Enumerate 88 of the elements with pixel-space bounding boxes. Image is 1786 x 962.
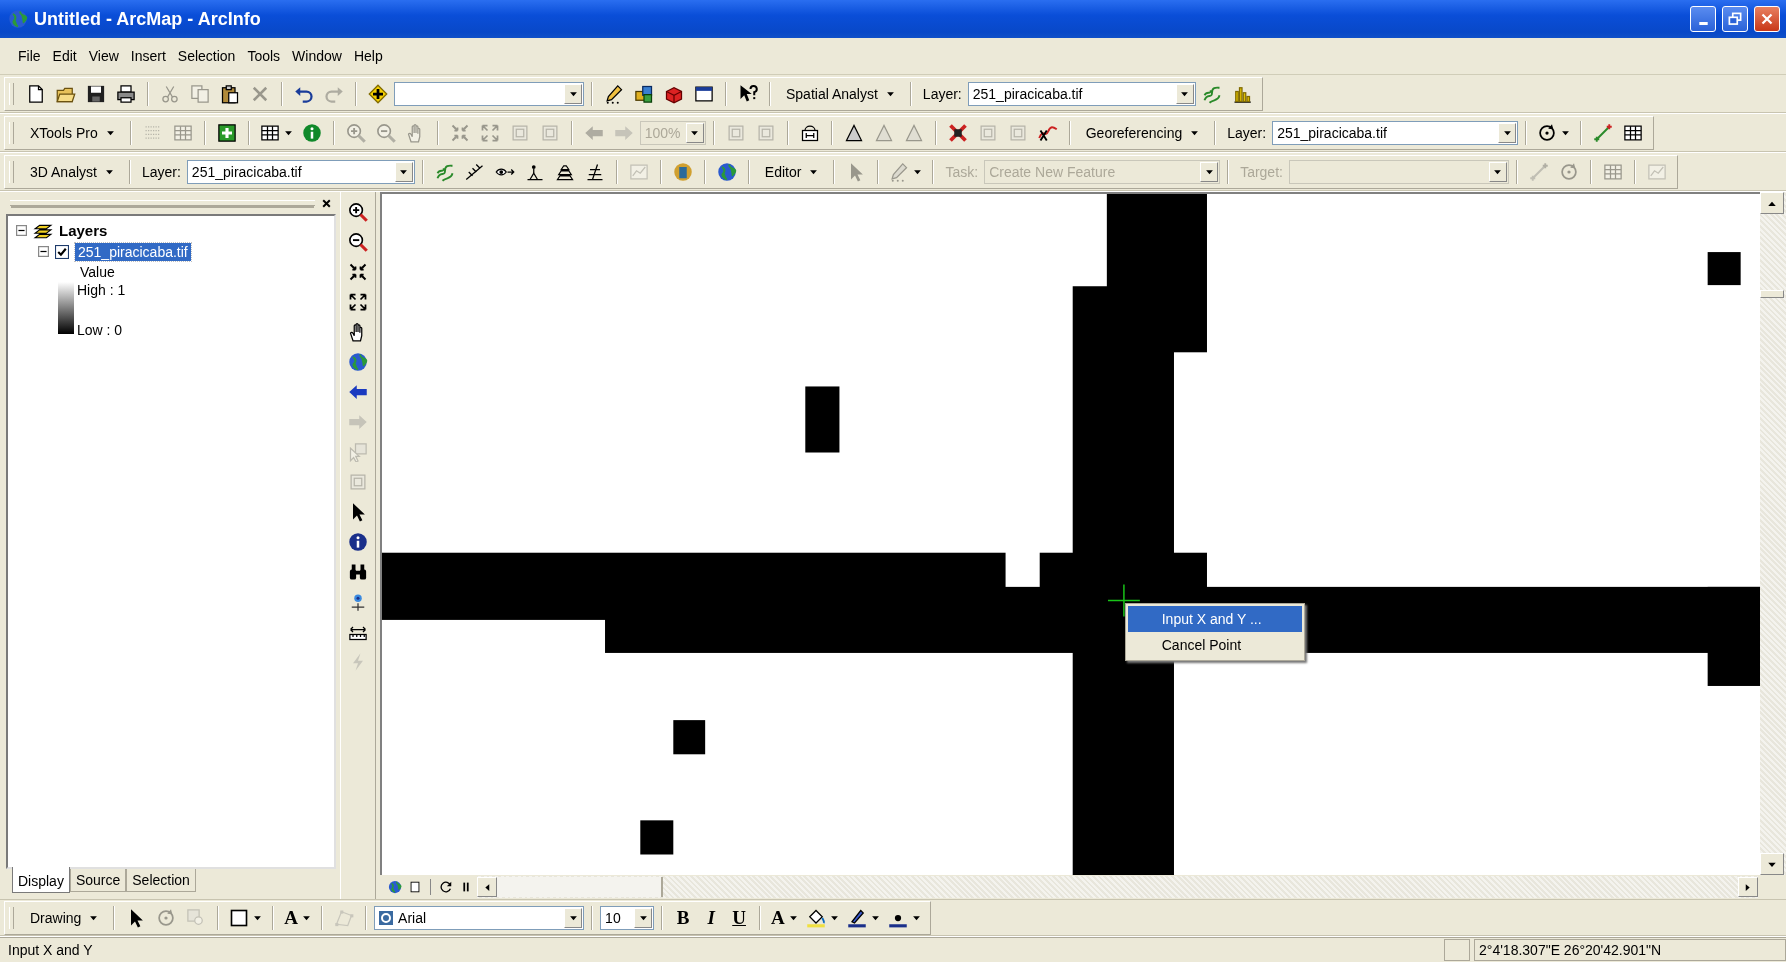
dropdown-field[interactable]: 10 bbox=[600, 906, 655, 930]
context-menu-item[interactable]: Input X and Y ... bbox=[1127, 605, 1302, 632]
expander-icon[interactable] bbox=[38, 246, 49, 257]
text-menu-button[interactable]: A bbox=[768, 904, 801, 932]
pencil-icon bbox=[889, 162, 910, 182]
raster-block bbox=[640, 820, 674, 855]
toolbar-menu-button[interactable]: XTools Pro bbox=[22, 121, 123, 145]
menu-item[interactable]: Selection bbox=[171, 45, 242, 67]
menu-item[interactable]: Window bbox=[286, 45, 348, 67]
bold-button[interactable]: B bbox=[670, 904, 697, 932]
field-label: Task: bbox=[944, 164, 980, 180]
toolbar-menu-button[interactable]: 3D Analyst bbox=[22, 160, 122, 184]
toolbar-menu-button[interactable]: Georeferencing bbox=[1077, 121, 1208, 145]
dropdown-field[interactable]: Arial bbox=[374, 906, 585, 930]
legend-label: High : 1 bbox=[77, 282, 126, 298]
caret-icon bbox=[253, 914, 263, 922]
text-menu-button[interactable]: A bbox=[281, 904, 315, 932]
caret-icon bbox=[89, 914, 99, 922]
menu-item[interactable]: Help bbox=[347, 45, 389, 67]
vertical-scrollbar[interactable] bbox=[1760, 192, 1786, 875]
dropdown-field[interactable] bbox=[394, 82, 584, 106]
caret-icon bbox=[283, 129, 293, 137]
globe-icon bbox=[8, 9, 28, 29]
panel-tab[interactable]: Display bbox=[12, 867, 70, 893]
raster-block bbox=[805, 386, 840, 453]
caret-icon bbox=[911, 914, 921, 922]
toolbar-menu-button[interactable]: Spatial Analyst bbox=[778, 82, 903, 106]
fill-bucket-icon bbox=[805, 908, 826, 928]
raster-block bbox=[673, 720, 706, 755]
window-title: Untitled - ArcMap - ArcInfo bbox=[34, 8, 261, 30]
restore-icon bbox=[1726, 10, 1744, 28]
rectangle-icon bbox=[229, 908, 250, 928]
menu-item[interactable]: Insert bbox=[124, 45, 172, 67]
caret-icon bbox=[105, 129, 115, 137]
field-label: Layer: bbox=[140, 164, 182, 180]
caret-icon bbox=[885, 90, 895, 98]
panel-tab[interactable]: Selection bbox=[126, 869, 196, 892]
raster-block bbox=[1707, 252, 1741, 286]
scroll-thumb bbox=[1760, 290, 1784, 298]
toolbar-menu-button[interactable]: Editor bbox=[756, 160, 827, 184]
color-ramp bbox=[58, 282, 74, 334]
restore-button[interactable] bbox=[1722, 6, 1748, 32]
minimize-icon bbox=[1698, 22, 1708, 25]
dropdown-field[interactable]: 251_piracicaba.tif bbox=[967, 82, 1196, 106]
menu-item[interactable]: Tools bbox=[241, 45, 287, 67]
caret-icon bbox=[104, 168, 114, 176]
dropdown-field[interactable]: 251_piracicaba.tif bbox=[1272, 121, 1519, 145]
context-menu-item[interactable]: Cancel Point bbox=[1127, 631, 1302, 658]
caret-icon bbox=[788, 914, 798, 922]
close-button[interactable] bbox=[1754, 6, 1780, 32]
close-icon[interactable] bbox=[321, 197, 332, 209]
italic-button[interactable]: I bbox=[698, 904, 725, 932]
line-color-icon bbox=[846, 908, 867, 928]
checkbox[interactable] bbox=[55, 244, 69, 259]
caret-icon bbox=[302, 914, 312, 922]
legend-label: Low : 0 bbox=[77, 322, 124, 338]
menu-item[interactable]: File bbox=[12, 45, 47, 67]
map-canvas[interactable] bbox=[382, 194, 1760, 875]
field-label: Target: bbox=[1239, 164, 1284, 180]
rotate-icon bbox=[1537, 123, 1558, 143]
field-label: Layer: bbox=[921, 86, 963, 102]
status-message: Input X and Y bbox=[7, 942, 94, 958]
menu-item[interactable]: Edit bbox=[46, 45, 83, 67]
menu-item[interactable]: View bbox=[82, 45, 125, 67]
coordinates-readout: 2°4'18.307"E 26°20'42.901"N bbox=[1474, 939, 1786, 961]
right-arrow-icon bbox=[1743, 882, 1753, 892]
dropdown-field[interactable]: 251_piracicaba.tif bbox=[186, 160, 415, 184]
table-icon bbox=[259, 123, 280, 143]
caret-icon bbox=[870, 914, 880, 922]
panel-tab[interactable]: Source bbox=[69, 869, 127, 892]
data-frame-label[interactable]: Layers bbox=[59, 222, 108, 239]
horizontal-scrollbar[interactable] bbox=[477, 876, 1758, 898]
toolbar-menu-button[interactable]: Drawing bbox=[22, 906, 107, 930]
minimize-button[interactable] bbox=[1690, 6, 1716, 32]
caret-icon bbox=[1190, 129, 1200, 137]
caret-icon bbox=[913, 168, 923, 176]
caret-icon bbox=[1561, 129, 1571, 137]
field-label: Layer: bbox=[1226, 125, 1268, 141]
left-arrow-icon bbox=[482, 882, 492, 892]
caret-icon bbox=[829, 914, 839, 922]
panel-grip[interactable] bbox=[10, 200, 315, 206]
caret-icon bbox=[809, 168, 819, 176]
underline-button[interactable]: U bbox=[726, 904, 753, 932]
font-icon bbox=[378, 910, 395, 926]
legend-heading: Value bbox=[80, 263, 116, 282]
crosshair-icon bbox=[1107, 583, 1141, 618]
layer-label[interactable]: 251_piracicaba.tif bbox=[75, 242, 191, 261]
expander-icon[interactable] bbox=[16, 225, 27, 236]
